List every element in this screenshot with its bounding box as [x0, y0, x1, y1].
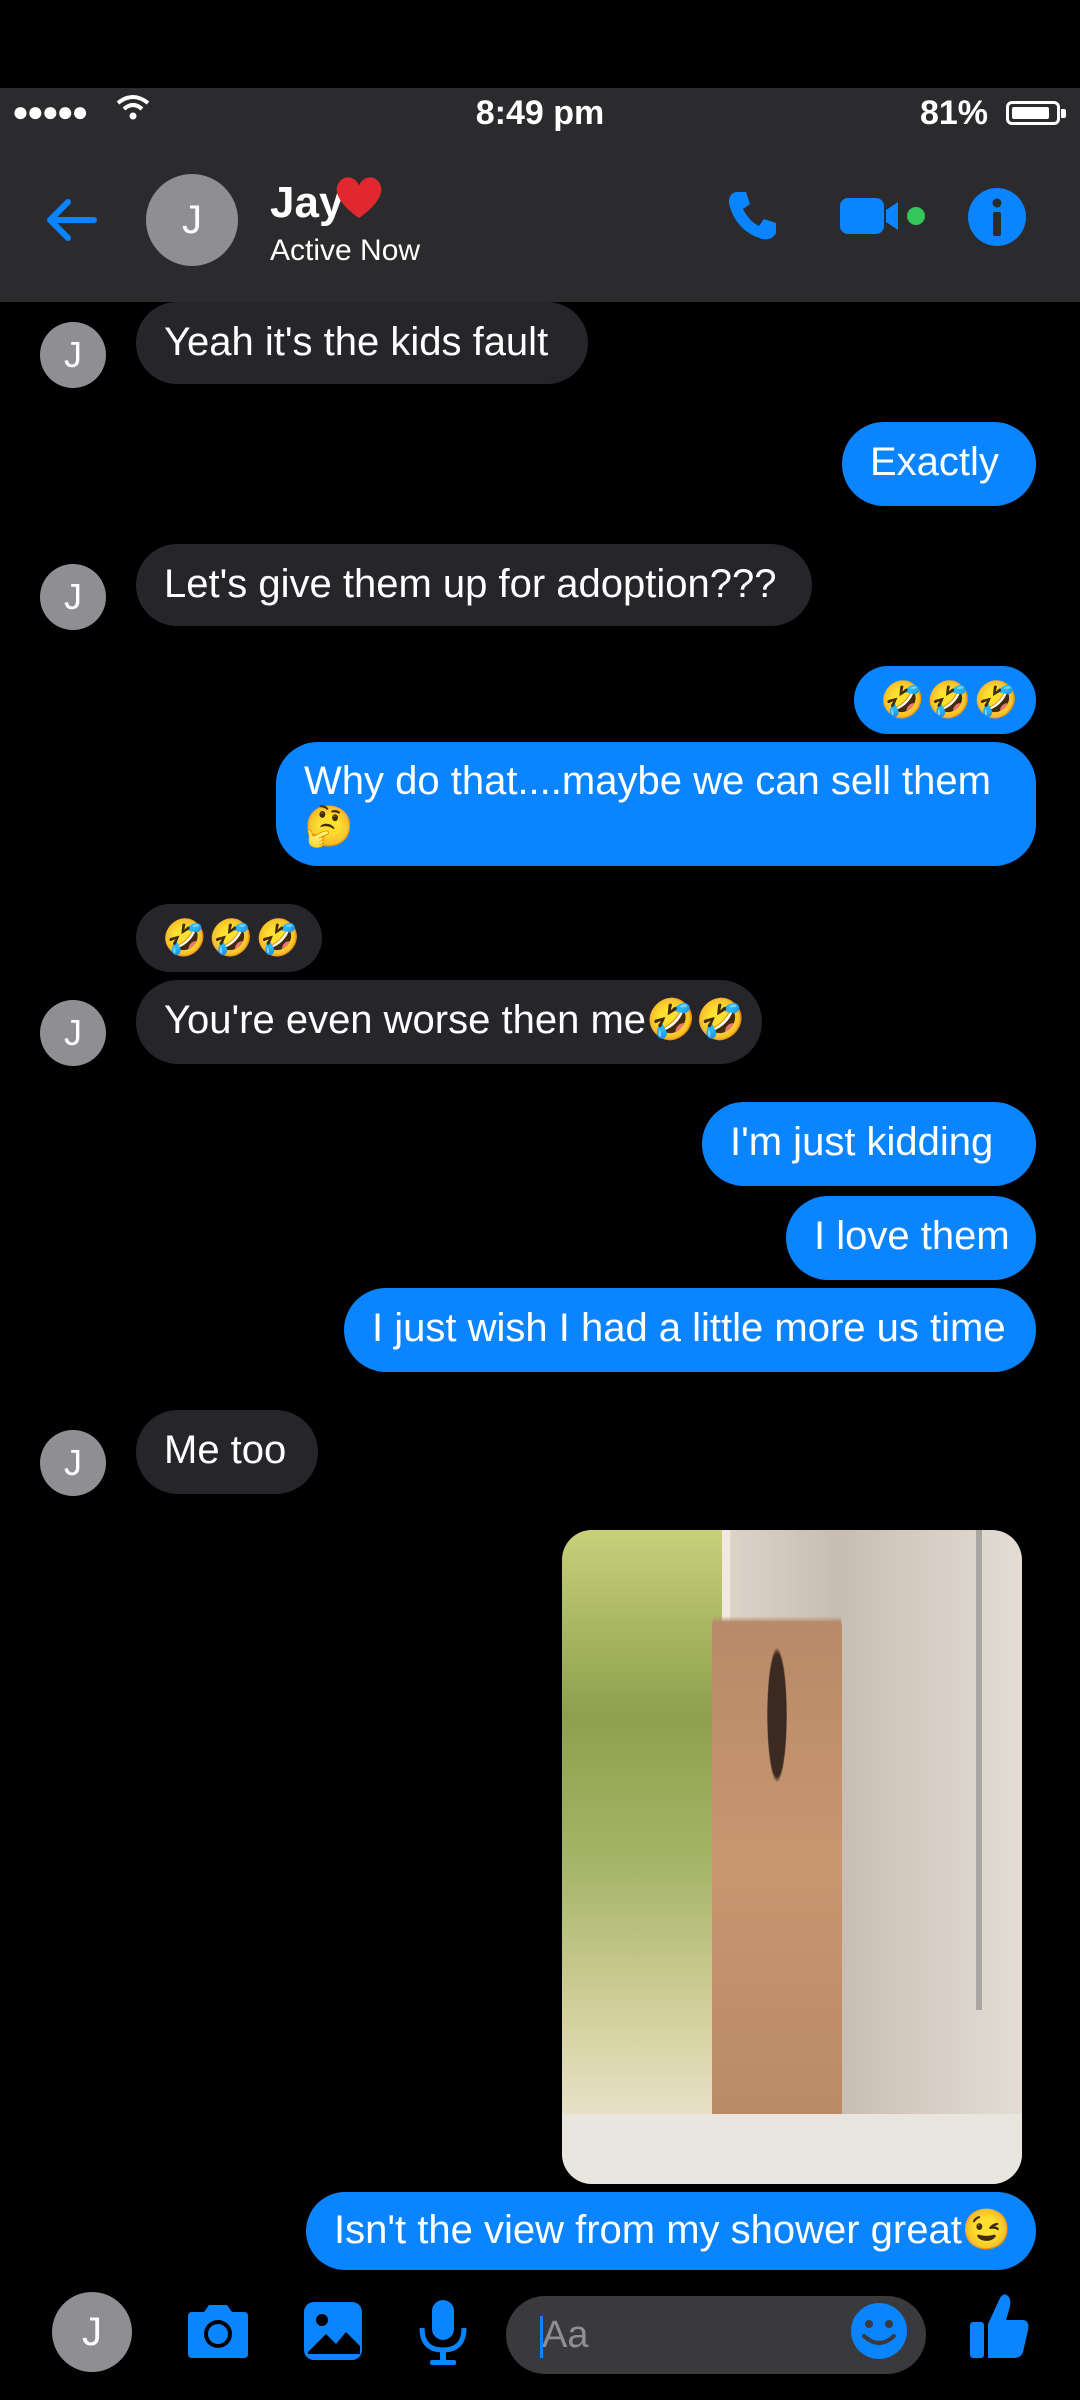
message-incoming[interactable]: Me too: [136, 1410, 318, 1494]
photo-floor: [562, 2114, 1022, 2184]
photo-shower-hose: [976, 1530, 982, 2010]
conversation-header: J Jay Active Now: [0, 138, 1080, 302]
camera-icon[interactable]: [182, 2296, 254, 2368]
shared-photo[interactable]: [562, 1530, 1022, 2184]
sender-avatar[interactable]: J: [40, 1000, 106, 1066]
info-icon[interactable]: [966, 186, 1028, 248]
composer-bar: J: [0, 2270, 1080, 2400]
message-outgoing[interactable]: I'm just kidding: [702, 1102, 1036, 1186]
emoji-icon[interactable]: [848, 2300, 910, 2362]
message-outgoing[interactable]: I love them: [786, 1196, 1036, 1280]
message-outgoing[interactable]: Why do that....maybe we can sell them 🤔: [276, 742, 1036, 866]
top-strip: [0, 0, 1080, 88]
user-avatar[interactable]: J: [52, 2292, 132, 2372]
sender-avatar[interactable]: J: [40, 322, 106, 388]
heart-emoji: [336, 177, 382, 218]
clock: 8:49 pm: [475, 94, 605, 132]
message-incoming[interactable]: Let's give them up for adoption???: [136, 544, 812, 626]
battery-percentage: 81%: [919, 94, 988, 132]
back-arrow-icon[interactable]: [40, 188, 104, 252]
text-cursor: [540, 2316, 543, 2358]
phone-icon[interactable]: [722, 186, 782, 246]
contact-avatar[interactable]: J: [146, 174, 238, 266]
message-incoming[interactable]: Yeah it's the kids fault: [136, 302, 588, 384]
microphone-icon[interactable]: [412, 2296, 474, 2368]
message-outgoing[interactable]: 🤣🤣🤣: [854, 666, 1036, 734]
sender-avatar[interactable]: J: [40, 1430, 106, 1496]
image-icon[interactable]: [298, 2296, 368, 2366]
message-outgoing[interactable]: Exactly: [842, 422, 1036, 506]
message-incoming[interactable]: You're even worse then me🤣🤣: [136, 980, 762, 1064]
message-outgoing[interactable]: I just wish I had a little more us time: [344, 1288, 1036, 1372]
video-camera-icon[interactable]: [838, 186, 928, 246]
sender-avatar[interactable]: J: [40, 564, 106, 630]
photo-person: [712, 1570, 842, 2150]
status-bar: ●●●●● 8:49 pm 81%: [0, 88, 1080, 138]
message-outgoing[interactable]: Isn't the view from my shower great😉: [306, 2192, 1036, 2270]
battery-icon: [1006, 101, 1066, 125]
message-incoming[interactable]: 🤣🤣🤣: [136, 904, 322, 972]
contact-name[interactable]: Jay: [270, 178, 343, 228]
message-line: 🤔: [304, 805, 354, 849]
photo-window: [562, 1530, 730, 2150]
thumbs-up-icon[interactable]: [966, 2290, 1032, 2362]
active-status: Active Now: [270, 234, 421, 267]
message-line: Why do that....maybe we can sell them: [304, 759, 991, 803]
